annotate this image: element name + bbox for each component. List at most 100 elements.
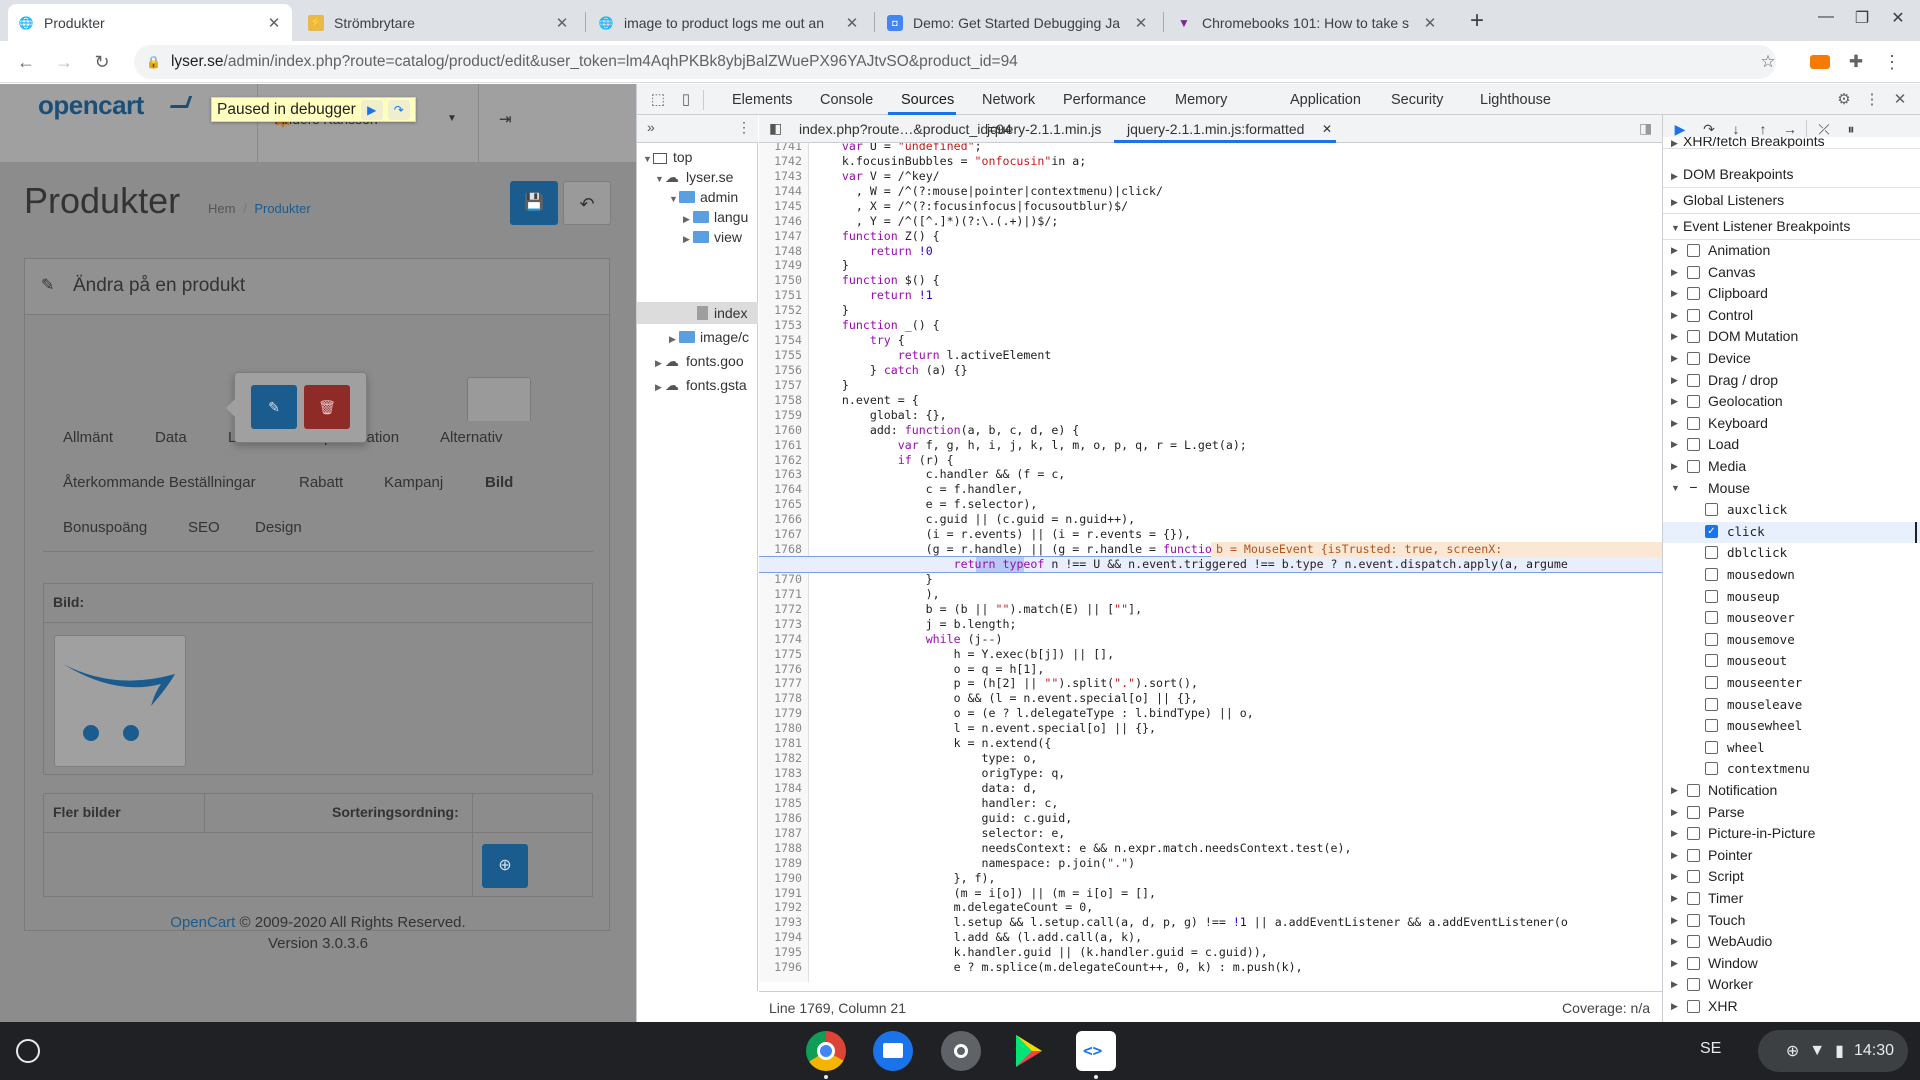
- step-out-icon[interactable]: ↑: [1752, 119, 1774, 139]
- expand-icon[interactable]: ▶: [1671, 461, 1678, 472]
- tree-item-admin[interactable]: ▼ admin: [669, 189, 738, 205]
- line-number[interactable]: 1759: [759, 408, 802, 423]
- line-number[interactable]: 1778: [759, 691, 802, 706]
- new-tab-button[interactable]: +: [1462, 6, 1492, 36]
- event-breakpoint-dblclick[interactable]: dblclick: [1663, 543, 1920, 565]
- checkbox[interactable]: [1705, 589, 1718, 603]
- save-button[interactable]: 💾: [510, 181, 558, 225]
- devtools-tab-lighthouse[interactable]: Lighthouse: [1480, 92, 1551, 108]
- event-breakpoint-mouseover[interactable]: mouseover: [1663, 608, 1920, 630]
- close-icon[interactable]: ✕: [1133, 14, 1149, 32]
- line-number[interactable]: 1783: [759, 766, 802, 781]
- checkbox[interactable]: [1687, 913, 1700, 927]
- toggle-debugger-icon[interactable]: ◨: [1639, 120, 1652, 137]
- tab-image-to-product[interactable]: 🌐 image to product logs me out an ✕: [588, 4, 870, 41]
- expand-icon[interactable]: ▶: [1671, 893, 1678, 904]
- checkbox[interactable]: [1705, 676, 1718, 689]
- checkbox[interactable]: [1687, 978, 1700, 992]
- expand-icon[interactable]: ▶: [1671, 439, 1678, 450]
- section-xhr-breakpoints[interactable]: ▶ XHR/fetch Breakpoints: [1663, 137, 1920, 149]
- expand-icon[interactable]: ▶: [1671, 979, 1678, 990]
- pause-on-exceptions-icon[interactable]: ⏸: [1840, 119, 1862, 139]
- breakpoint-category[interactable]: ▶ Load: [1663, 435, 1920, 457]
- line-number[interactable]: 1775: [759, 647, 802, 662]
- device-toggle-icon[interactable]: ▯: [676, 90, 696, 110]
- line-number[interactable]: 1781: [759, 736, 802, 751]
- section-event-listener-breakpoints[interactable]: ▼ Event Listener Breakpoints: [1663, 214, 1920, 240]
- line-number[interactable]: 1758: [759, 393, 802, 408]
- line-number[interactable]: 1765: [759, 497, 802, 512]
- event-breakpoint-mousemove[interactable]: mousemove: [1663, 630, 1920, 652]
- expand-icon[interactable]: ▶: [1671, 807, 1678, 818]
- expand-icon[interactable]: ▶: [1671, 958, 1678, 969]
- breakpoint-category-mouse[interactable]: ▼ − Mouse: [1663, 479, 1920, 501]
- event-breakpoint-click[interactable]: ✓ click: [1663, 522, 1920, 544]
- section-dom-breakpoints[interactable]: ▶ DOM Breakpoints: [1663, 162, 1920, 188]
- breakpoint-category[interactable]: ▶ Keyboard: [1663, 414, 1920, 436]
- expand-icon[interactable]: ▶: [1671, 418, 1678, 429]
- deactivate-breakpoints-icon[interactable]: ⤫: [1813, 119, 1835, 139]
- expand-icon[interactable]: ▶: [1671, 353, 1678, 364]
- breadcrumb-current[interactable]: Produkter: [254, 201, 310, 216]
- checkbox[interactable]: [1687, 1000, 1700, 1013]
- footer-link[interactable]: OpenCart: [170, 914, 235, 931]
- checkbox[interactable]: [1705, 762, 1718, 776]
- tree-item-top[interactable]: ▼ top: [643, 149, 692, 165]
- checkbox[interactable]: [1687, 352, 1700, 365]
- breakpoint-category[interactable]: ▶ Timer: [1663, 889, 1920, 911]
- expand-icon[interactable]: ▶: [1671, 1001, 1678, 1012]
- line-number[interactable]: 1755: [759, 348, 802, 363]
- line-number[interactable]: 1744: [759, 184, 802, 199]
- close-icon[interactable]: ✕: [844, 14, 860, 32]
- checkbox[interactable]: [1705, 568, 1718, 581]
- line-number[interactable]: 1772: [759, 602, 802, 617]
- event-breakpoint-auxclick[interactable]: auxclick: [1663, 500, 1920, 522]
- expand-icon[interactable]: ▶: [1671, 936, 1678, 947]
- breakpoint-category[interactable]: ▶ XHR: [1663, 997, 1920, 1019]
- back-button[interactable]: ↶: [563, 181, 611, 225]
- toggle-navigator-icon[interactable]: ◧: [769, 120, 782, 137]
- status-tray[interactable]: ⊕ ▼ ▮ 14:30: [1758, 1030, 1908, 1072]
- line-number[interactable]: 1771: [759, 587, 802, 602]
- add-image-button[interactable]: ⊕: [482, 844, 528, 888]
- delete-image-button[interactable]: 🗑: [304, 385, 350, 429]
- kebab-menu-icon[interactable]: ⋮: [737, 119, 751, 136]
- event-breakpoint-wheel[interactable]: wheel: [1663, 738, 1920, 760]
- expand-icon[interactable]: ▶: [1671, 915, 1678, 926]
- checkbox[interactable]: [1687, 956, 1700, 970]
- code-editor[interactable]: 1741 1742 1743 1744 1745 1746 1747 1748 1749 1750…: [759, 143, 1662, 982]
- checkbox[interactable]: [1687, 870, 1700, 884]
- devtools-tab-elements[interactable]: Elements: [732, 92, 792, 108]
- checkbox[interactable]: [1687, 827, 1700, 841]
- checkbox[interactable]: [1705, 546, 1718, 560]
- editor-tab-jquery[interactable]: jquery-2.1.1.min.js: [987, 121, 1101, 137]
- devtools-tab-sources[interactable]: Sources: [901, 92, 954, 108]
- line-number[interactable]: 1741: [759, 143, 802, 154]
- expand-icon[interactable]: ▶: [1671, 245, 1678, 256]
- expand-icon[interactable]: ▶: [1671, 785, 1678, 796]
- code-editor-icon[interactable]: <>: [1076, 1031, 1116, 1071]
- line-number[interactable]: 1795: [759, 945, 802, 960]
- line-number[interactable]: 1747: [759, 229, 802, 244]
- line-number[interactable]: 1776: [759, 662, 802, 677]
- tab-allmant[interactable]: Allmänt: [63, 429, 113, 446]
- checkbox[interactable]: [1687, 892, 1700, 905]
- expand-icon[interactable]: ▶: [1671, 331, 1678, 342]
- play-store-icon[interactable]: [1008, 1031, 1048, 1071]
- breakpoint-category[interactable]: ▶ Animation: [1663, 241, 1920, 263]
- forward-icon[interactable]: →: [48, 47, 80, 77]
- close-icon[interactable]: ✕: [1890, 90, 1910, 110]
- checkbox[interactable]: [1705, 740, 1718, 754]
- breakpoint-category[interactable]: ▶ Clipboard: [1663, 284, 1920, 306]
- expand-icon[interactable]: ▶: [1671, 267, 1678, 278]
- event-breakpoint-mouseout[interactable]: mouseout: [1663, 651, 1920, 673]
- line-number[interactable]: 1761: [759, 438, 802, 453]
- checkbox[interactable]: [1687, 784, 1700, 797]
- tree-item-fonts-gstatic[interactable]: ▶ ☁ fonts.gsta: [655, 377, 747, 394]
- checkbox[interactable]: [1687, 265, 1700, 279]
- breakpoint-category[interactable]: ▶ Device: [1663, 349, 1920, 371]
- close-icon[interactable]: ✕: [1322, 122, 1332, 136]
- checkbox[interactable]: [1687, 287, 1700, 301]
- line-number[interactable]: 1790: [759, 871, 802, 886]
- line-number[interactable]: 1750: [759, 273, 802, 288]
